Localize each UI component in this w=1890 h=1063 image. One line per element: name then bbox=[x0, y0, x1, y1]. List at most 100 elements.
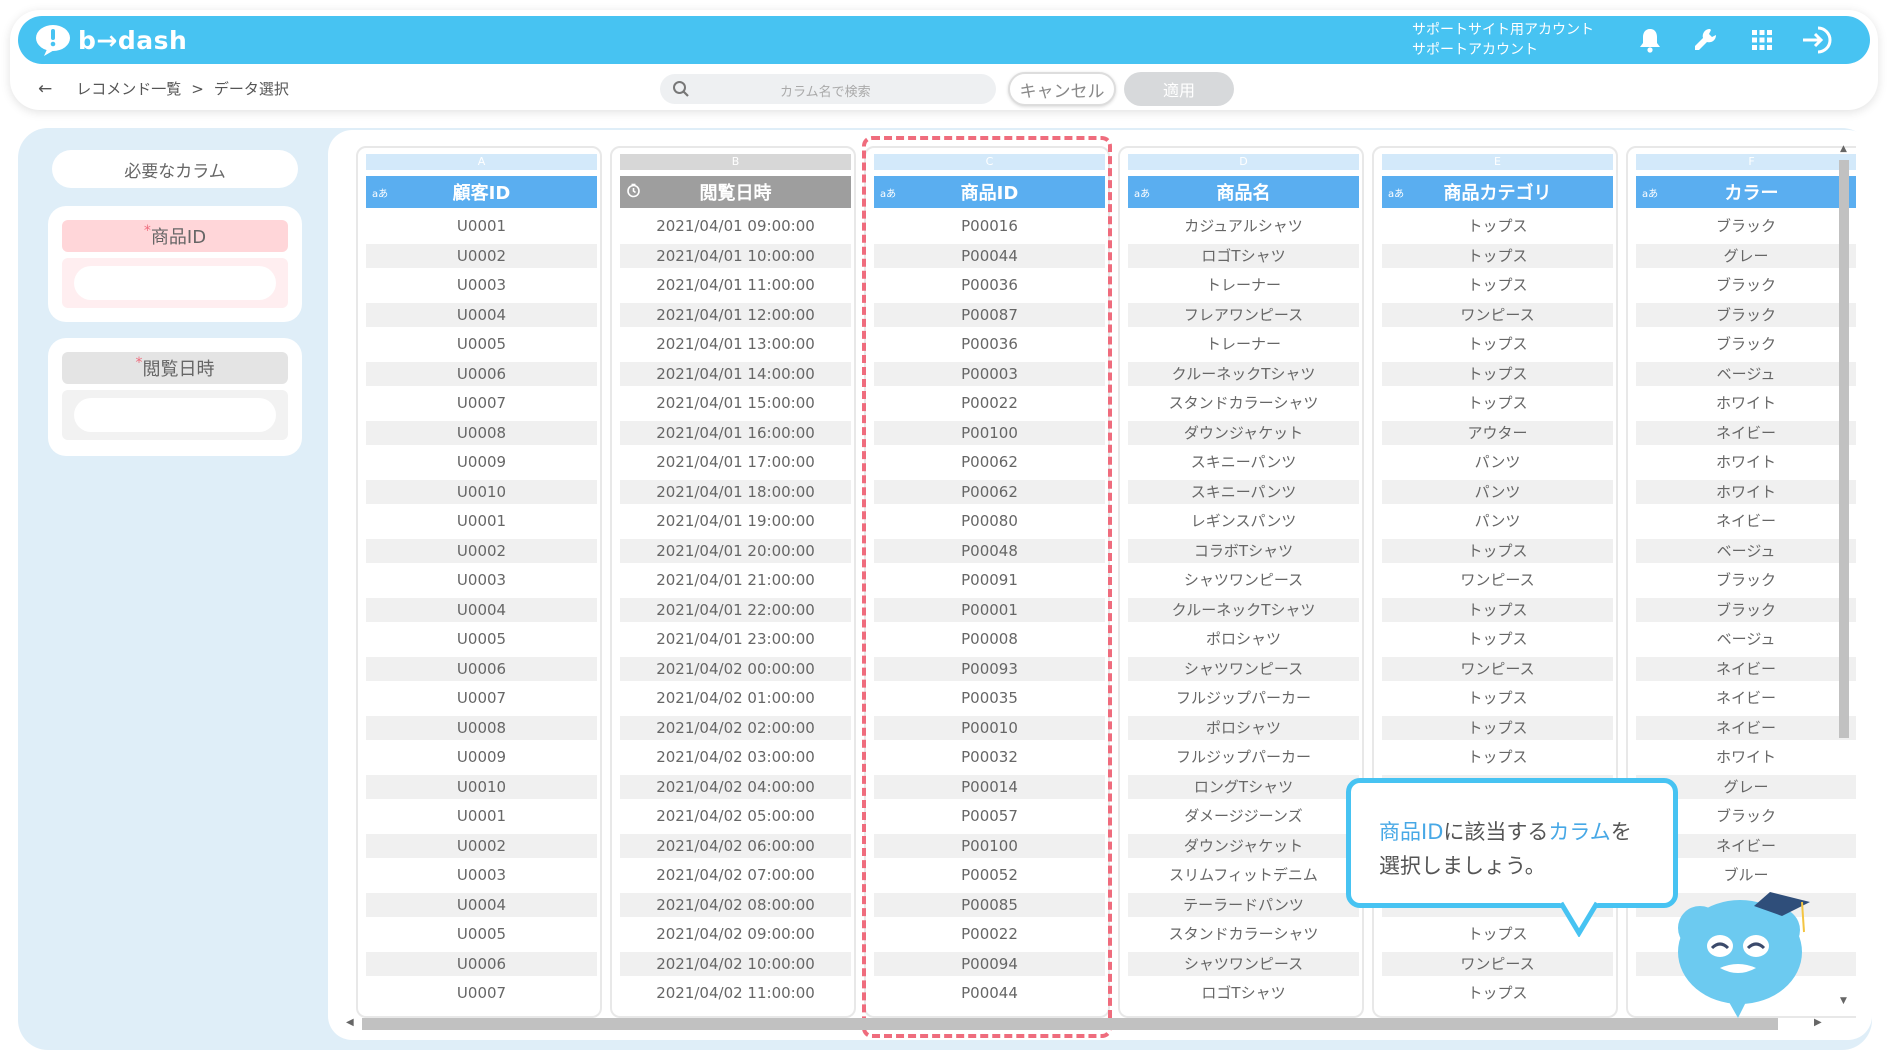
scrollbar-thumb[interactable] bbox=[1839, 160, 1849, 738]
table-cell: U0005 bbox=[456, 925, 507, 943]
table-cell: ホワイト bbox=[1715, 394, 1776, 412]
table-cell: ブラック bbox=[1636, 302, 1856, 327]
table-cell: 2021/04/02 00:00:00 bbox=[620, 656, 851, 681]
table-cell: トップス bbox=[1382, 361, 1613, 386]
column-header[interactable]: aあ カラー bbox=[1636, 176, 1856, 208]
column-b[interactable]: B 閲覧日時 2021/04/01 09:00:00 2021/04/01 10:00… bbox=[610, 146, 856, 1018]
table-cell: 2021/04/02 10:00:00 bbox=[620, 951, 851, 976]
table-cell: トレーナー bbox=[1205, 335, 1281, 353]
table-cell: U0005 bbox=[456, 335, 507, 353]
table-cell: 2021/04/02 02:00:00 bbox=[620, 715, 851, 740]
logout-icon[interactable] bbox=[1800, 22, 1836, 58]
table-cell: フレアワンピース bbox=[1128, 302, 1359, 327]
table-cell: ロゴTシャツ bbox=[1201, 984, 1286, 1002]
table-cell: ベージュ bbox=[1716, 630, 1776, 648]
table-cell: 2021/04/02 03:00:00 bbox=[656, 748, 815, 766]
column-a[interactable]: Aaあ 顧客ID U0001 U0002 U0003 U0004 U0005 U0006 U00… bbox=[356, 146, 602, 1018]
table-cell: ブラック bbox=[1715, 217, 1776, 235]
account-info[interactable]: サポートサイト用アカウント サポートアカウント bbox=[1412, 20, 1594, 60]
bell-icon[interactable] bbox=[1632, 22, 1668, 58]
column-header[interactable]: aあ 商品カテゴリ bbox=[1382, 176, 1613, 208]
horizontal-scrollbar[interactable]: ◀ ▶ bbox=[346, 1016, 1828, 1032]
breadcrumb-parent[interactable]: レコメンド一覧 bbox=[76, 78, 181, 99]
table-cell: U0006 bbox=[366, 951, 597, 976]
table-cell: トップス bbox=[1467, 689, 1528, 707]
column-letter: A bbox=[366, 154, 597, 170]
table-cell: 2021/04/01 13:00:00 bbox=[656, 335, 815, 353]
table-cell: ベージュ bbox=[1636, 361, 1856, 386]
breadcrumb-separator: > bbox=[191, 79, 204, 98]
table-cell: トップス bbox=[1382, 538, 1613, 563]
column-header[interactable]: aあ 商品名 bbox=[1128, 176, 1359, 208]
text-type-icon: aあ bbox=[1642, 189, 1659, 200]
table-cell: U0006 bbox=[366, 656, 597, 681]
apply-button[interactable]: 適用 bbox=[1124, 72, 1234, 106]
clock-icon bbox=[626, 183, 641, 201]
column-search-input[interactable]: カラム名で検索 bbox=[660, 74, 996, 104]
table-cell: ワンピース bbox=[1460, 571, 1535, 589]
table-cell: ブラック bbox=[1715, 276, 1776, 294]
table-cell: アウター bbox=[1382, 420, 1613, 445]
table-cell: 2021/04/01 12:00:00 bbox=[620, 302, 851, 327]
text-type-icon: aあ bbox=[1388, 189, 1405, 200]
scroll-left-arrow-icon[interactable]: ◀ bbox=[346, 1017, 354, 1028]
required-column-dropzone[interactable] bbox=[62, 258, 288, 308]
table-cell: ポロシャツ bbox=[1205, 630, 1281, 648]
column-header-label: カラー bbox=[1724, 183, 1779, 204]
table-cell: 2021/04/02 01:00:00 bbox=[656, 689, 815, 707]
wrench-icon[interactable] bbox=[1688, 22, 1724, 58]
column-header-label: 閲覧日時 bbox=[699, 183, 772, 204]
search-icon bbox=[672, 80, 690, 102]
required-column-label: * 閲覧日時 bbox=[62, 352, 288, 384]
back-arrow-icon[interactable]: ← bbox=[38, 79, 52, 99]
required-column-card-view-datetime: * 閲覧日時 bbox=[48, 338, 302, 456]
table-cell: U0008 bbox=[366, 420, 597, 445]
table-cell: シャツワンピース bbox=[1128, 656, 1359, 681]
table-cell: クルーネックTシャツ bbox=[1128, 597, 1359, 622]
scroll-down-arrow-icon[interactable]: ▼ bbox=[1840, 996, 1847, 1006]
vertical-scrollbar[interactable]: ▲ ▼ bbox=[1836, 144, 1852, 1010]
table-cell: トップス bbox=[1467, 335, 1528, 353]
column-header[interactable]: 閲覧日時 bbox=[620, 176, 851, 208]
table-cell: 2021/04/02 09:00:00 bbox=[656, 925, 815, 943]
grid-icon[interactable] bbox=[1744, 22, 1780, 58]
table-cell: テーラードパンツ bbox=[1128, 892, 1359, 917]
text-type-icon: aあ bbox=[372, 189, 389, 200]
table-cell: ワンピース bbox=[1382, 302, 1613, 327]
table-cell: 2021/04/01 19:00:00 bbox=[656, 512, 815, 530]
scroll-up-arrow-icon[interactable]: ▲ bbox=[1840, 144, 1847, 154]
table-cell: U0001 bbox=[456, 512, 507, 530]
table-cell: 2021/04/01 11:00:00 bbox=[656, 276, 815, 294]
table-cell: パンツ bbox=[1474, 512, 1521, 530]
table-cell: U0007 bbox=[456, 689, 507, 707]
table-cell: 2021/04/02 11:00:00 bbox=[656, 984, 815, 1002]
column-letter: B bbox=[620, 154, 851, 170]
column-header-label: 商品カテゴリ bbox=[1443, 183, 1552, 204]
table-cell: ネイビー bbox=[1715, 512, 1776, 530]
breadcrumb-current: データ選択 bbox=[213, 80, 289, 98]
logo[interactable]: b→dash bbox=[34, 22, 187, 58]
table-cell: ダメージジーンズ bbox=[1184, 807, 1303, 825]
guide-tooltip: 商品IDに該当するカラムを 選択しましょう。 bbox=[1346, 778, 1678, 937]
column-header[interactable]: aあ 顧客ID bbox=[366, 176, 597, 208]
table-cell: グレー bbox=[1636, 243, 1856, 268]
table-cell: U0003 bbox=[456, 866, 507, 884]
table-cell: ダウンジャケット bbox=[1128, 833, 1359, 858]
column-header-label: 商品名 bbox=[1216, 183, 1271, 204]
scrollbar-thumb[interactable] bbox=[362, 1018, 1778, 1030]
table-cell: カジュアルシャツ bbox=[1184, 217, 1303, 235]
table-cell: トップス bbox=[1467, 217, 1528, 235]
table-cell: ブラック bbox=[1636, 597, 1856, 622]
cancel-button[interactable]: キャンセル bbox=[1008, 72, 1116, 106]
table-cell: 2021/04/01 16:00:00 bbox=[620, 420, 851, 445]
table-cell: U0003 bbox=[456, 571, 507, 589]
dropzone-slot[interactable] bbox=[74, 266, 276, 300]
table-cell: ダウンジャケット bbox=[1128, 420, 1359, 445]
logo-text: b→dash bbox=[78, 25, 188, 55]
column-d[interactable]: Daあ 商品名 カジュアルシャツ ロゴTシャツ トレーナー フレアワンピース トレーナー クル… bbox=[1118, 146, 1364, 1018]
dropzone-slot[interactable] bbox=[74, 398, 276, 432]
table-cell: パンツ bbox=[1382, 479, 1613, 504]
tooltip-tail-icon bbox=[1559, 901, 1600, 937]
required-column-dropzone[interactable] bbox=[62, 390, 288, 440]
table-cell: U0010 bbox=[366, 774, 597, 799]
